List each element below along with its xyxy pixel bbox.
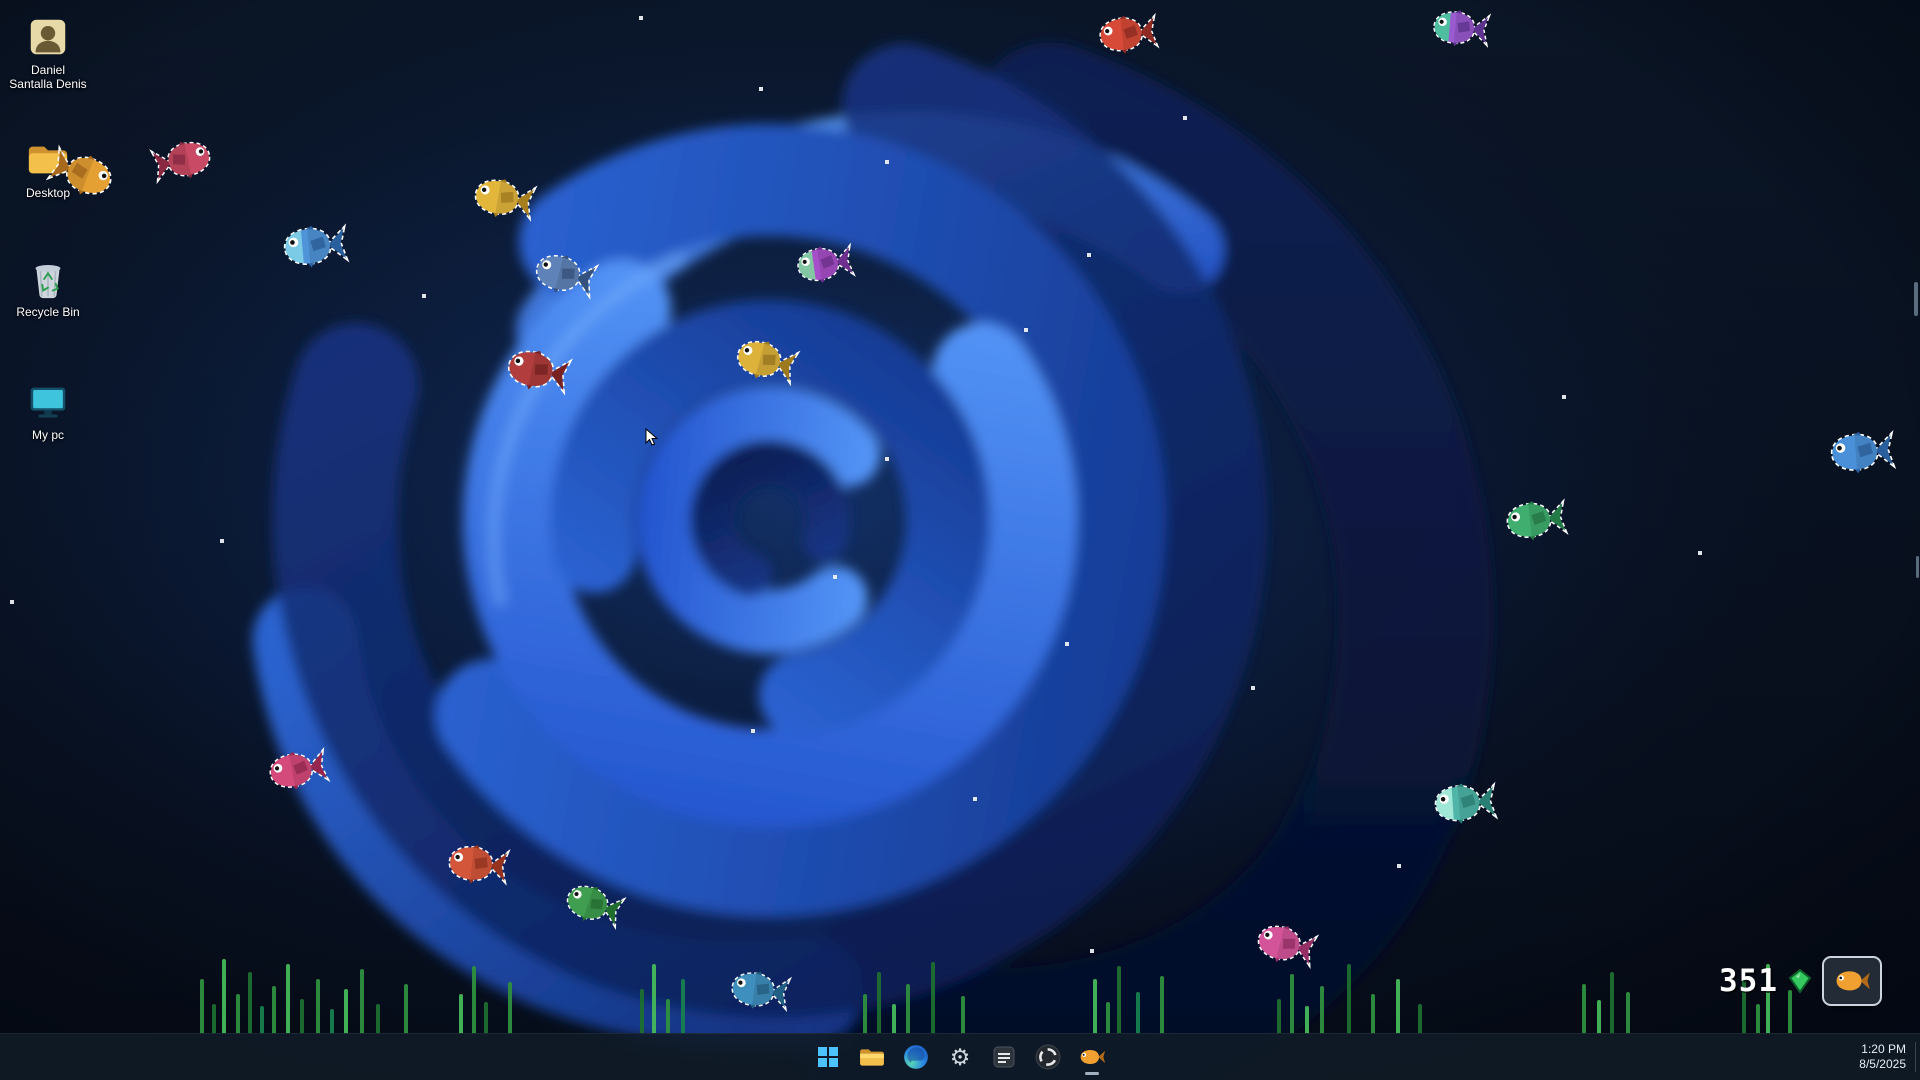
taskbar: ⚙ (0, 1033, 1920, 1080)
desktop-icon-user-folder[interactable]: Daniel Santalla Denis (8, 14, 88, 91)
file-explorer-icon (859, 1044, 885, 1070)
windows-logo-icon (818, 1047, 838, 1067)
clock-date: 8/5/2025 (1859, 1057, 1906, 1072)
aquarium-app-button[interactable] (1072, 1037, 1112, 1077)
edge-browser-icon (903, 1044, 929, 1070)
fish-icon (1833, 969, 1871, 993)
desktop-icon-label: My pc (8, 428, 88, 442)
show-desktop-button[interactable] (1915, 1042, 1920, 1072)
edge-artifact (1914, 282, 1918, 316)
computer-icon (25, 379, 71, 425)
recycle-bin-icon (25, 256, 71, 302)
gem-icon (1788, 969, 1812, 993)
mouse-cursor (645, 428, 659, 448)
gear-icon: ⚙ (950, 1046, 971, 1069)
score-value: 351 (1719, 963, 1778, 999)
taskbar-center: ⚙ (808, 1037, 1112, 1077)
desktop-icon-label: Desktop (8, 186, 88, 200)
clock-time: 1:20 PM (1859, 1042, 1906, 1057)
taskbar-tray: 1:20 PM 8/5/2025 (1851, 1034, 1914, 1080)
obs-studio-icon (1035, 1044, 1061, 1070)
aquarium-fish-button[interactable] (1822, 956, 1882, 1006)
desktop-icon-my-pc[interactable]: My pc (8, 379, 88, 442)
start-button[interactable] (808, 1037, 848, 1077)
desktop-icon-desktop-folder[interactable]: Desktop (8, 137, 88, 200)
edge-browser-button[interactable] (896, 1037, 936, 1077)
wallpaper-bloom (0, 0, 1920, 1080)
user-folder-icon (25, 14, 71, 60)
notes-app-icon (992, 1045, 1016, 1069)
desktop-icon-recycle-bin[interactable]: Recycle Bin (8, 256, 88, 319)
desktop-icon-label: Recycle Bin (8, 305, 88, 319)
desktop-icon-label: Daniel Santalla Denis (8, 63, 88, 91)
file-explorer-button[interactable] (852, 1037, 892, 1077)
aquarium-app-icon (1078, 1048, 1106, 1066)
obs-studio-button[interactable] (1028, 1037, 1068, 1077)
aquarium-score: 351 (1719, 956, 1882, 1006)
settings-button[interactable]: ⚙ (940, 1037, 980, 1077)
taskbar-clock[interactable]: 1:20 PM 8/5/2025 (1851, 1038, 1914, 1076)
notes-app-button[interactable] (984, 1037, 1024, 1077)
folder-icon (25, 137, 71, 183)
desktop: Daniel Santalla Denis Desktop Recycle Bi… (0, 0, 1920, 1080)
edge-artifact (1916, 556, 1919, 578)
